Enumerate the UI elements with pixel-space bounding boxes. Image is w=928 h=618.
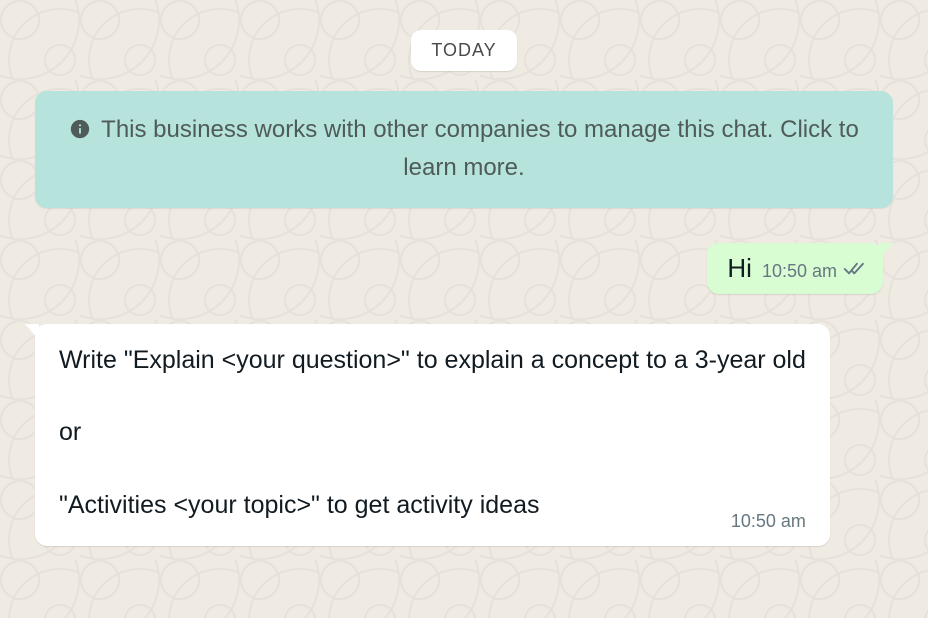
- message-text: Write "Explain <your question>" to expla…: [59, 342, 806, 523]
- chat-container: TODAY This business works with other com…: [0, 0, 928, 566]
- business-notice-text: This business works with other companies…: [101, 116, 859, 181]
- message-bubble-outgoing[interactable]: Hi 10:50 am: [707, 243, 883, 294]
- business-info-notice[interactable]: This business works with other companies…: [35, 91, 893, 208]
- message-time: 10:50 am: [731, 511, 806, 532]
- message-bubble-incoming[interactable]: Write "Explain <your question>" to expla…: [35, 324, 830, 546]
- message-row-outgoing: Hi 10:50 am: [35, 243, 893, 294]
- info-icon: [69, 118, 91, 140]
- date-badge: TODAY: [411, 30, 516, 71]
- message-row-incoming: Write "Explain <your question>" to expla…: [35, 324, 893, 546]
- read-receipt-icon: [843, 259, 869, 284]
- message-meta: 10:50 am: [762, 259, 869, 284]
- date-badge-label: TODAY: [431, 40, 496, 60]
- message-text: Hi: [727, 253, 752, 284]
- message-time: 10:50 am: [762, 261, 837, 282]
